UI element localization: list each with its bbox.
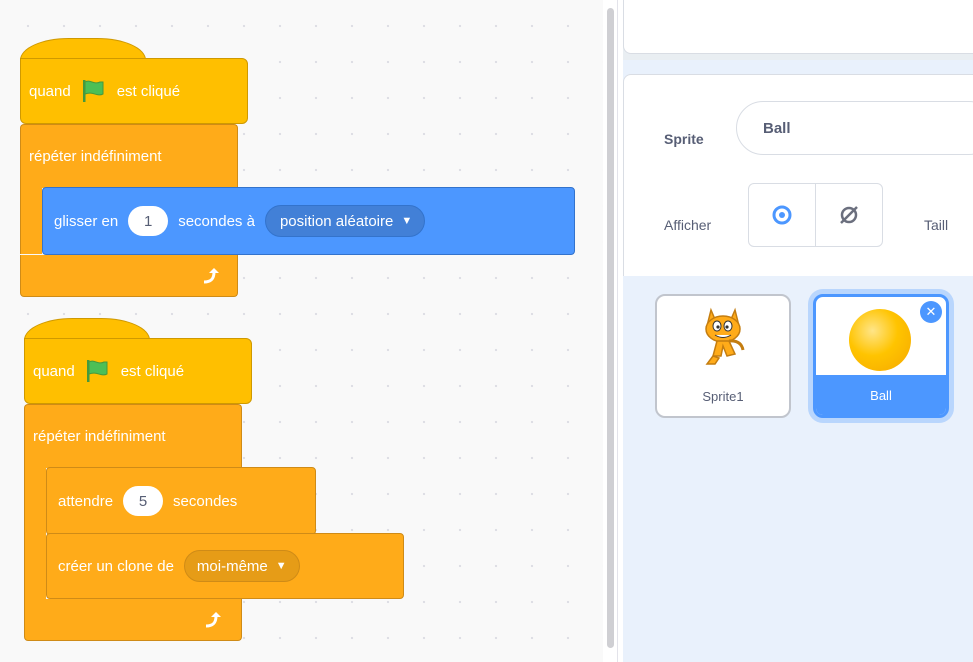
show-label: Afficher [664, 217, 712, 233]
create-clone-block[interactable]: créer un clone de moi-même ▼ [46, 533, 404, 599]
sprite-name-input[interactable]: Ball [736, 101, 973, 155]
when-flag-clicked-block[interactable]: quand est cliqué [24, 338, 252, 404]
eye-hidden-icon [840, 206, 858, 224]
sprite-tile-name: Sprite1 [702, 388, 744, 404]
forever-arm [24, 468, 46, 600]
clone-label: créer un clone de [58, 557, 174, 575]
chevron-down-icon: ▼ [401, 215, 413, 227]
clone-target-dropdown[interactable]: moi-même ▼ [183, 550, 300, 582]
wait-seconds-input[interactable]: 5 [123, 486, 164, 516]
sprite-tile-sprite1[interactable]: Sprite1 [655, 294, 791, 418]
ball-sprite-icon [849, 309, 911, 371]
stage-area [623, 0, 973, 60]
hat-clicked-label: est cliqué [116, 82, 181, 100]
glide-target-value: position aléatoire [279, 212, 394, 230]
green-flag-icon [82, 80, 104, 102]
glide-target-dropdown[interactable]: position aléatoire ▼ [264, 205, 426, 237]
hat-when-label: quand [29, 82, 71, 100]
forever-label: répéter indéfiniment [29, 148, 162, 165]
wait-label: attendre [58, 492, 114, 510]
glide-to-block[interactable]: glisser en 1 secondes à position aléatoi… [42, 187, 575, 255]
clone-target-value: moi-même [196, 557, 268, 575]
sprite-name-value: Ball [763, 119, 791, 137]
show-visible-button[interactable] [748, 183, 816, 247]
forever-block[interactable]: répéter indéfiniment [20, 124, 238, 188]
glide-label: glisser en [54, 212, 119, 230]
sprite-tile-ball[interactable]: Ball ✕ [813, 294, 949, 418]
loop-arrow-icon [205, 612, 221, 628]
forever-label: répéter indéfiniment [33, 428, 166, 445]
glide-seconds-input[interactable]: 1 [128, 206, 169, 236]
wait-block[interactable]: attendre 5 secondes [46, 467, 316, 535]
forever-block[interactable]: répéter indéfiniment [24, 404, 242, 468]
hat-cap[interactable] [20, 38, 146, 60]
sprite-name-label: Sprite [664, 131, 704, 147]
cat-sprite-icon [705, 307, 745, 365]
green-flag-icon [86, 360, 108, 382]
hat-clicked-label: est cliqué [120, 362, 185, 380]
loop-arrow-icon [203, 268, 219, 284]
hat-cap[interactable] [24, 318, 150, 340]
hat-when-label: quand [33, 362, 75, 380]
when-flag-clicked-block[interactable]: quand est cliqué [20, 58, 248, 124]
size-label: Taill [924, 217, 949, 233]
close-icon: ✕ [925, 304, 937, 319]
code-scrollbar[interactable] [607, 8, 614, 648]
wait-unit-label: secondes [173, 492, 238, 510]
show-hidden-button[interactable] [815, 183, 883, 247]
sprite-list: Sprite1 Ball ✕ [623, 276, 973, 662]
forever-arm [20, 188, 42, 254]
chevron-down-icon: ▼ [275, 560, 287, 572]
eye-icon [772, 205, 792, 225]
stage-box[interactable] [623, 0, 973, 54]
delete-sprite-button[interactable]: ✕ [920, 301, 942, 323]
sprite-tile-name: Ball [816, 375, 946, 415]
code-area[interactable]: quand est cliqué répéter indéfiniment gl… [0, 0, 603, 662]
glide-seconds-label: secondes à [178, 212, 255, 230]
